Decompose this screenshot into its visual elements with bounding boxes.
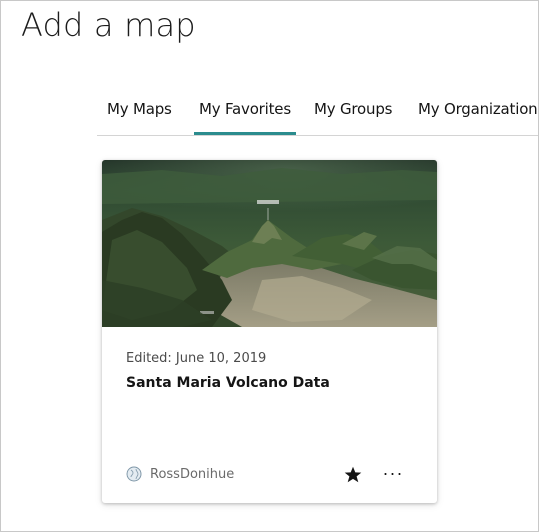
map-title[interactable]: Santa Maria Volcano Data <box>126 375 330 391</box>
tab-my-favorites[interactable]: My Favorites <box>194 87 296 135</box>
map-card[interactable]: Edited: June 10, 2019 Santa Maria Volcan… <box>102 160 437 503</box>
more-options-icon[interactable]: ··· <box>382 460 404 486</box>
owner-info: RossDonihue <box>126 466 234 482</box>
tab-my-organization[interactable]: My Organization <box>418 87 538 134</box>
tab-my-maps[interactable]: My Maps <box>107 87 172 134</box>
owner-name[interactable]: RossDonihue <box>150 467 234 482</box>
map-thumbnail[interactable] <box>102 160 437 327</box>
tab-my-groups[interactable]: My Groups <box>314 87 392 134</box>
edited-date: Edited: June 10, 2019 <box>126 351 267 366</box>
globe-icon <box>126 466 142 482</box>
tab-bar: My Maps My Favorites My Groups My Organi… <box>97 87 538 136</box>
add-map-dialog: Add a map My Maps My Favorites My Groups… <box>0 0 539 532</box>
star-filled-icon[interactable] <box>343 465 363 485</box>
page-title: Add a map <box>21 6 196 44</box>
